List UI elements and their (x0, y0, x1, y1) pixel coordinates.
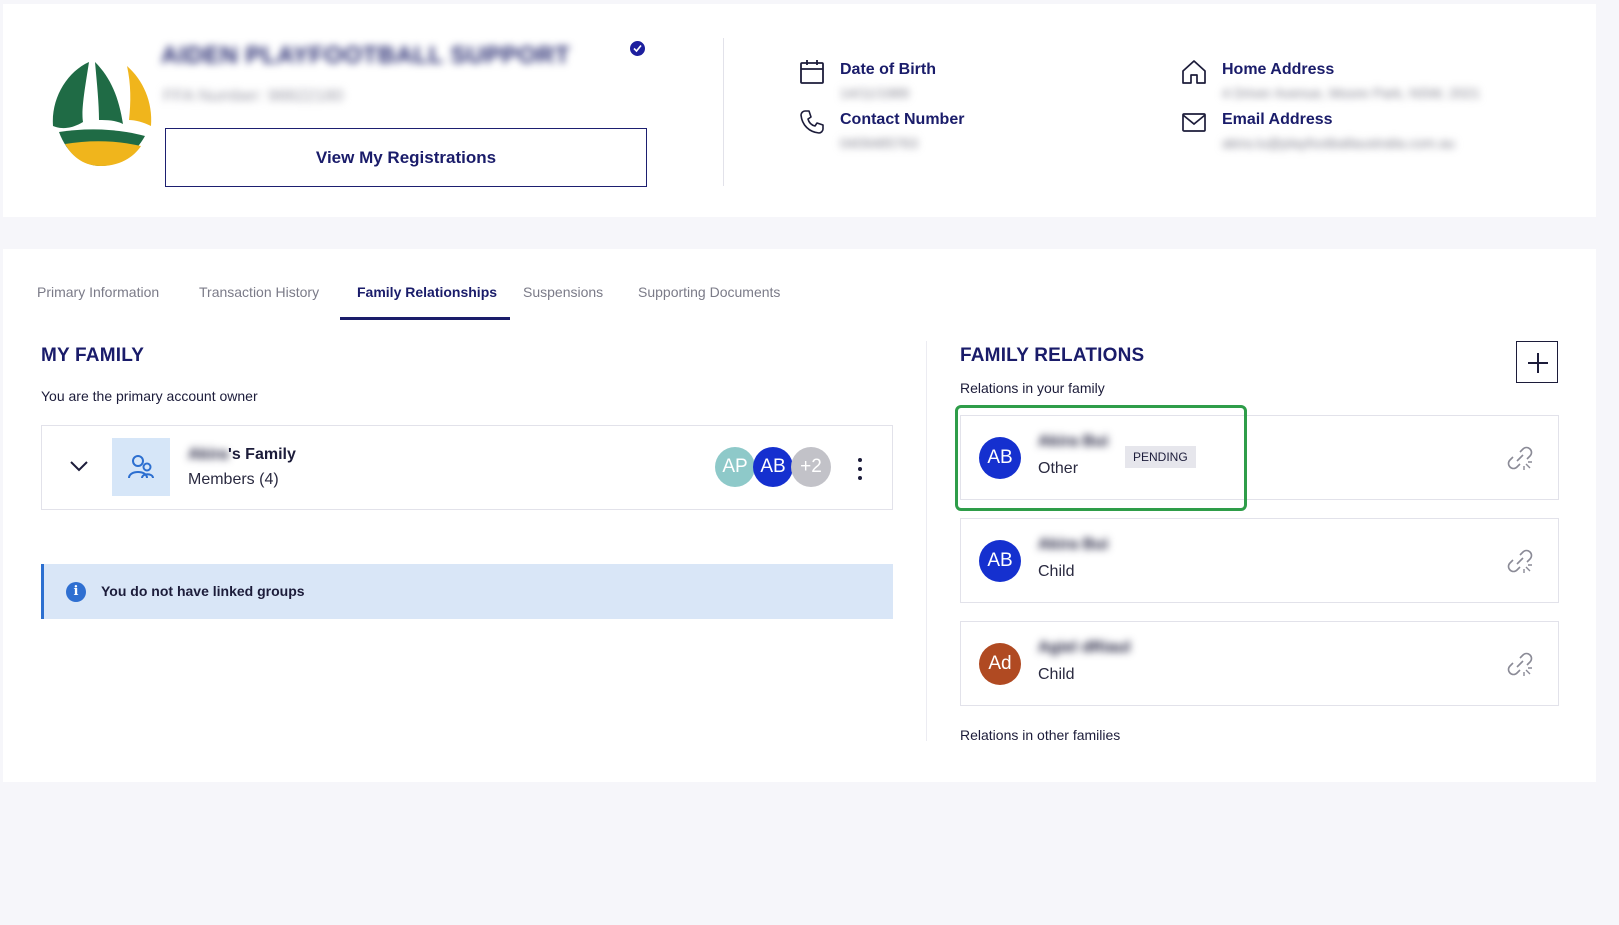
family-members-count: Members (4) (188, 471, 279, 488)
avatar: Ad (979, 643, 1021, 685)
relation-role: Other (1038, 460, 1079, 477)
profile-card: AIDEN PLAYFOOTBALL SUPPORT FFA Number: 9… (3, 4, 1596, 217)
linked-groups-message: You do not have linked groups (101, 583, 305, 599)
owner-name: AIDEN PLAYFOOTBALL SUPPORT (161, 42, 571, 69)
tab-supporting-documents[interactable]: Supporting Documents (638, 284, 780, 300)
relations-in-other-families-text: Relations in other families (960, 727, 1121, 743)
more-options-icon[interactable] (850, 456, 870, 482)
active-tab-underline (340, 317, 510, 320)
home-icon (1182, 60, 1206, 84)
relation-role: Child (1038, 563, 1075, 580)
relation-name: Akira Bui (1038, 433, 1109, 450)
family-group-icon (128, 455, 154, 479)
contact-number-label: Contact Number (840, 111, 965, 128)
phone-icon (800, 110, 824, 134)
unlink-icon[interactable] (1506, 650, 1534, 678)
relations-in-your-family-text: Relations in your family (960, 380, 1105, 396)
relation-card: AB Akira Bui Child (960, 518, 1559, 603)
email-address-label: Email Address (1222, 111, 1333, 128)
contact-number-value: 0409485763 (840, 135, 918, 151)
view-my-registrations-button[interactable]: View My Registrations (165, 128, 647, 187)
family-name-suffix: 's Family (228, 446, 296, 463)
avatar: AP (715, 447, 755, 487)
date-of-birth-label: Date of Birth (840, 61, 936, 78)
status-badge: PENDING (1125, 446, 1196, 468)
family-owner-name: Akira (188, 446, 229, 463)
member-number: FFA Number: 98822180 (163, 86, 344, 105)
football-australia-logo-icon (52, 62, 152, 166)
family-card: Akira's Family Members (4) AP AB +2 (41, 425, 893, 510)
tab-suspensions[interactable]: Suspensions (523, 284, 603, 300)
plus-icon (1528, 353, 1548, 373)
avatar: AB (979, 540, 1021, 582)
email-address-value: akira.lu@playfootballaustralia.com.au (1222, 135, 1455, 151)
calendar-icon (800, 60, 824, 84)
add-relation-button[interactable] (1516, 341, 1558, 383)
relation-card: Ad Agiel dRiaul Child (960, 621, 1559, 706)
unlink-icon[interactable] (1506, 547, 1534, 575)
relation-name: Agiel dRiaul (1038, 639, 1131, 656)
date-of-birth-value: 14/11/1989 (840, 85, 910, 101)
relation-role: Child (1038, 666, 1075, 683)
chevron-down-icon[interactable] (68, 455, 90, 477)
tab-transaction-history[interactable]: Transaction History (199, 284, 319, 300)
family-relationships-panel: Primary Information Transaction History … (3, 249, 1596, 782)
tab-bar: Primary Information Transaction History … (3, 249, 823, 321)
home-address-label: Home Address (1222, 61, 1335, 78)
profile-divider (723, 38, 724, 186)
family-relations-title: FAMILY RELATIONS (960, 345, 1145, 366)
avatar: AB (753, 447, 793, 487)
avatar: AB (979, 437, 1021, 479)
primary-owner-text: You are the primary account owner (41, 388, 258, 404)
family-name: Akira's Family (188, 446, 296, 464)
family-group-icon-box (112, 438, 170, 496)
avatar-overflow-count: +2 (791, 447, 831, 487)
mail-icon (1182, 113, 1206, 132)
column-divider (926, 341, 927, 741)
home-address-value: 4 Driver Avenue, Moore Park, NSW, 2021 (1222, 85, 1481, 101)
verified-check-icon (630, 41, 645, 56)
relation-name: Akira Bui (1038, 536, 1109, 553)
my-family-title: MY FAMILY (41, 345, 145, 366)
tab-family-relationships[interactable]: Family Relationships (357, 284, 497, 300)
tab-primary-information[interactable]: Primary Information (37, 284, 159, 300)
info-icon: i (66, 582, 86, 602)
linked-groups-banner: i You do not have linked groups (41, 564, 893, 619)
unlink-icon[interactable] (1506, 444, 1534, 472)
relation-card: AB Akira Bui Other PENDING (960, 415, 1559, 500)
